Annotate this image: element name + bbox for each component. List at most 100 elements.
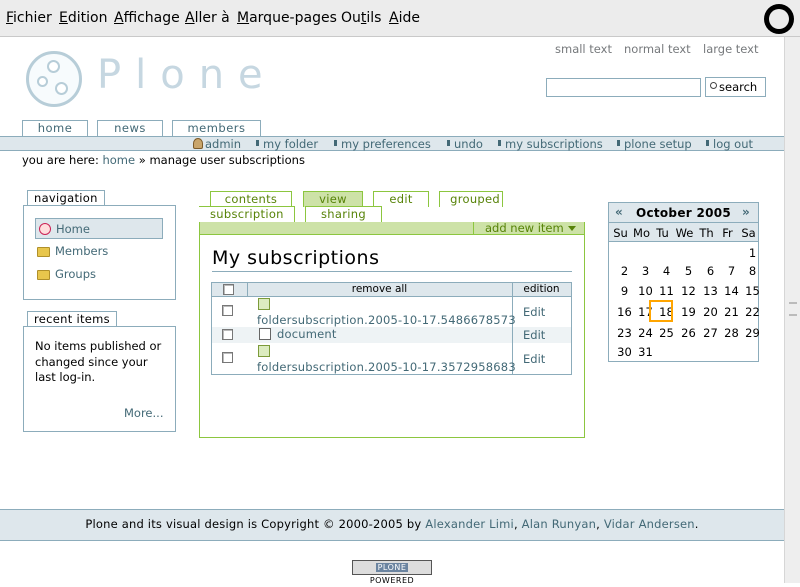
vertical-scrollbar[interactable] bbox=[784, 37, 800, 583]
author-link[interactable]: Alan Runyan bbox=[522, 517, 596, 531]
calendar-day[interactable]: 19 bbox=[678, 305, 699, 319]
calendar-day[interactable]: 6 bbox=[700, 264, 721, 278]
tab-view[interactable]: view bbox=[303, 191, 363, 207]
nav-item-members[interactable]: Members bbox=[35, 241, 163, 262]
breadcrumb-home[interactable]: home bbox=[102, 153, 135, 167]
menu-edition[interactable]: Edition bbox=[59, 10, 107, 26]
small-text-link[interactable]: small text bbox=[555, 42, 612, 56]
calendar-day[interactable]: 26 bbox=[678, 326, 699, 340]
personal-undo[interactable]: undo bbox=[447, 137, 483, 151]
personal-my-subscriptions[interactable]: my subscriptions bbox=[498, 137, 603, 151]
calendar-weekday: We bbox=[675, 226, 694, 240]
author-link[interactable]: Alexander Limi bbox=[425, 517, 514, 531]
calendar-day[interactable]: 2 bbox=[614, 264, 635, 278]
tab-news[interactable]: news bbox=[97, 120, 163, 136]
personal-plone-setup[interactable]: plone setup bbox=[617, 137, 692, 151]
edit-link[interactable]: Edit bbox=[523, 352, 545, 366]
calendar-day[interactable]: 28 bbox=[721, 326, 742, 340]
edit-link[interactable]: Edit bbox=[523, 305, 545, 319]
menu-affichage[interactable]: Affichage bbox=[114, 10, 180, 26]
calendar-day[interactable]: 4 bbox=[656, 264, 677, 278]
menu-aide[interactable]: Aide bbox=[389, 10, 420, 26]
personal-admin[interactable]: admin bbox=[205, 137, 241, 151]
row-checkbox[interactable] bbox=[222, 329, 233, 340]
large-text-link[interactable]: large text bbox=[703, 42, 759, 56]
navigation-portlet-title: navigation bbox=[27, 190, 105, 205]
row-checkbox[interactable] bbox=[222, 305, 233, 316]
calendar-day[interactable]: 31 bbox=[635, 345, 656, 359]
edition-header: edition bbox=[523, 283, 560, 295]
menu-fichier[interactable]: Fichier bbox=[6, 10, 52, 26]
footer-copyright: Plone and its visual design is Copyright… bbox=[85, 517, 699, 531]
remove-all-header[interactable]: remove all bbox=[247, 283, 512, 297]
select-all-checkbox[interactable] bbox=[223, 284, 234, 295]
recent-items-message: No items published or changed since your… bbox=[35, 339, 162, 384]
calendar-day[interactable]: 23 bbox=[614, 326, 635, 340]
calendar-day[interactable]: 5 bbox=[678, 264, 699, 278]
plone-logo-text[interactable]: Plone bbox=[97, 52, 277, 98]
calendar-weekday: Sa bbox=[741, 226, 756, 240]
tab-subscription[interactable]: subscription bbox=[199, 206, 295, 222]
folder-subscription-icon bbox=[258, 345, 270, 357]
document-icon bbox=[259, 328, 271, 340]
calendar-day[interactable]: 1 bbox=[742, 246, 763, 260]
personal-my-folder[interactable]: my folder bbox=[255, 137, 318, 151]
calendar-day[interactable]: 25 bbox=[656, 326, 677, 340]
folder-icon bbox=[37, 247, 50, 257]
chevron-down-icon bbox=[567, 226, 576, 231]
subscription-link[interactable]: foldersubscription.2005-10-17.3572958683 bbox=[257, 360, 516, 374]
recent-more-link[interactable]: More... bbox=[124, 406, 163, 420]
author-link[interactable]: Vidar Andersen bbox=[604, 517, 695, 531]
tab-members[interactable]: members bbox=[172, 120, 261, 136]
row-checkbox[interactable] bbox=[222, 352, 233, 363]
calendar-day[interactable]: 21 bbox=[721, 305, 742, 319]
nav-item-groups[interactable]: Groups bbox=[35, 264, 163, 285]
calendar-day[interactable]: 30 bbox=[614, 345, 635, 359]
calendar-day[interactable]: 20 bbox=[700, 305, 721, 319]
calendar-day[interactable]: 10 bbox=[635, 284, 656, 298]
calendar-day[interactable]: 22 bbox=[742, 305, 763, 319]
calendar-day[interactable]: 12 bbox=[678, 284, 699, 298]
personal-my-preferences[interactable]: my preferences bbox=[334, 137, 431, 151]
personal-log-out[interactable]: log out bbox=[705, 137, 753, 151]
tab-edit[interactable]: edit bbox=[373, 191, 429, 207]
calendar-day[interactable]: 16 bbox=[614, 305, 635, 319]
scrollbar-grip[interactable] bbox=[789, 302, 797, 316]
calendar-day[interactable]: 13 bbox=[700, 284, 721, 298]
calendar-next-button[interactable]: » bbox=[742, 205, 750, 219]
calendar-day[interactable]: 24 bbox=[635, 326, 656, 340]
subscription-link[interactable]: foldersubscription.2005-10-17.5486678573 bbox=[257, 313, 516, 327]
calendar-day[interactable]: 29 bbox=[742, 326, 763, 340]
edit-link[interactable]: Edit bbox=[523, 328, 545, 342]
menu-aller-a[interactable]: Aller à bbox=[185, 10, 230, 26]
menu-marque-pages[interactable]: Marque-pages bbox=[237, 10, 337, 26]
calendar-day[interactable]: 11 bbox=[656, 284, 677, 298]
search-icon bbox=[710, 82, 717, 89]
browser-menu-bar: Fichier Edition Affichage Aller à Marque… bbox=[0, 0, 800, 37]
add-new-item-menu[interactable]: add new item bbox=[473, 222, 585, 235]
calendar-weekday: Th bbox=[699, 226, 714, 240]
calendar-day[interactable]: 8 bbox=[742, 264, 763, 278]
subscription-link[interactable]: document bbox=[277, 327, 337, 341]
calendar-day[interactable]: 27 bbox=[700, 326, 721, 340]
calendar-day[interactable]: 3 bbox=[635, 264, 656, 278]
calendar-day[interactable]: 9 bbox=[614, 284, 635, 298]
tab-sharing[interactable]: sharing bbox=[305, 206, 382, 222]
calendar-day[interactable]: 15 bbox=[742, 284, 763, 298]
calendar-weekday: Mo bbox=[633, 226, 650, 240]
search-input[interactable] bbox=[546, 78, 701, 97]
tab-home[interactable]: home bbox=[22, 120, 88, 136]
search-button[interactable]: search bbox=[705, 77, 766, 97]
normal-text-link[interactable]: normal text bbox=[624, 42, 691, 56]
folder-icon bbox=[37, 270, 50, 280]
personal-bar: admin my folder my preferences undo my s… bbox=[0, 136, 784, 151]
recent-items-title: recent items bbox=[27, 311, 117, 326]
calendar-day[interactable]: 7 bbox=[721, 264, 742, 278]
calendar-day[interactable]: 14 bbox=[721, 284, 742, 298]
plone-logo-icon[interactable] bbox=[26, 51, 82, 107]
tab-contents[interactable]: contents bbox=[210, 191, 292, 207]
menu-outils[interactable]: Outils bbox=[341, 10, 381, 26]
tab-grouped-subscription[interactable]: grouped bbox=[439, 191, 503, 207]
nav-item-home[interactable]: Home bbox=[35, 218, 163, 239]
plone-powered-badge[interactable]: PLONE POWERED bbox=[352, 560, 432, 585]
